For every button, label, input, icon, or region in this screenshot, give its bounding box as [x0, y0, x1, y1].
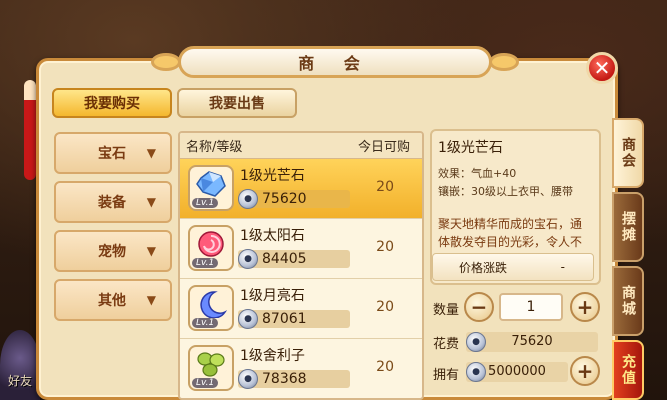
- item-qty: 20: [376, 359, 394, 375]
- detail-title: 1级光芒石: [438, 140, 503, 156]
- detail-effect: 效果：气血+40: [438, 167, 517, 180]
- list-item[interactable]: Lv.1 1级太阳石 ● 84405 20: [180, 219, 422, 279]
- price-bar: ● 84405: [238, 249, 350, 269]
- cost-value: 75620: [511, 334, 553, 349]
- silver-coin-icon: ●: [238, 249, 258, 269]
- blue-crescent-icon: Lv.1: [188, 285, 234, 331]
- level-badge: Lv.1: [192, 318, 219, 328]
- chevron-down-icon: ▼: [146, 146, 156, 160]
- tab-sell[interactable]: 我要出售: [177, 88, 297, 118]
- friend-label: 好友: [8, 374, 33, 388]
- list-item[interactable]: Lv.1 1级月亮石 ● 87061 20: [180, 279, 422, 339]
- side-tab-recharge[interactable]: 充值: [612, 340, 644, 400]
- item-qty: 20: [376, 179, 394, 195]
- scroll-ornament-right: [489, 53, 519, 71]
- category-pets[interactable]: 宠物 ▼: [54, 230, 172, 272]
- chevron-down-icon: ▼: [146, 293, 156, 307]
- title-bar: 商 会: [151, 46, 519, 78]
- level-badge: Lv.1: [192, 378, 219, 388]
- cost-bar: ● 75620: [466, 332, 598, 352]
- price-trend-button[interactable]: 价格涨跌 -: [432, 253, 594, 281]
- side-tab-merchant[interactable]: 商会: [612, 118, 644, 188]
- item-price: 84405: [262, 251, 307, 267]
- red-swirl-gem-icon: Lv.1: [188, 225, 234, 271]
- item-name: 1级光芒石: [240, 168, 305, 184]
- item-price: 75620: [262, 191, 307, 207]
- list-item[interactable]: Lv.1 1级舍利子 ● 78368 20: [180, 339, 422, 398]
- silver-coin-icon: ●: [238, 189, 258, 209]
- category-gems[interactable]: 宝石 ▼: [54, 132, 172, 174]
- item-qty: 20: [376, 239, 394, 255]
- own-label: 拥有: [433, 368, 460, 383]
- close-button[interactable]: ✕: [586, 52, 618, 84]
- silver-coin-icon: ●: [238, 309, 258, 329]
- add-funds-button[interactable]: +: [570, 356, 600, 386]
- list-header: 名称/等级 今日可购: [180, 133, 422, 159]
- gem-graphic: [200, 291, 227, 318]
- chevron-down-icon: ▼: [146, 244, 156, 258]
- category-label: 宝石: [98, 146, 126, 162]
- price-bar: ● 87061: [238, 309, 350, 329]
- level-badge: Lv.1: [192, 198, 219, 208]
- price-bar: ● 78368: [238, 369, 350, 389]
- level-badge: Lv.1: [192, 258, 219, 268]
- tab-buy[interactable]: 我要购买: [52, 88, 172, 118]
- item-list: 名称/等级 今日可购 Lv.1 1级光芒石 ● 75620 20 Lv.1 1级…: [178, 131, 424, 400]
- price-trend-label: 价格涨跌: [459, 260, 508, 275]
- minus-button[interactable]: −: [464, 292, 494, 322]
- silver-coin-icon: ●: [238, 369, 258, 389]
- friend-avatar-icon[interactable]: [0, 330, 40, 400]
- scroll-ornament-left: [151, 53, 181, 71]
- side-tab-mall[interactable]: 商城: [612, 266, 644, 336]
- category-label: 宠物: [98, 244, 126, 260]
- category-label: 装备: [98, 195, 126, 211]
- red-tassel-decoration: [24, 80, 36, 180]
- window-title: 商 会: [298, 54, 372, 73]
- blue-crystal-icon: Lv.1: [188, 165, 234, 211]
- detail-inlay: 镶嵌：30级以上衣甲、腰带: [438, 185, 573, 198]
- gem-graphic: [197, 352, 225, 377]
- side-tab-stall[interactable]: 摆摊: [612, 192, 644, 262]
- item-price: 87061: [262, 311, 307, 327]
- qty-label: 数量: [433, 303, 460, 318]
- header-qty: 今日可购: [357, 140, 410, 155]
- item-name: 1级舍利子: [240, 348, 305, 364]
- price-bar: ● 75620: [238, 189, 350, 209]
- detail-description: 聚天地精华而成的宝石，通体散发夺目的光彩，令人不敢直视。: [438, 217, 583, 249]
- list-item[interactable]: Lv.1 1级光芒石 ● 75620 20: [180, 159, 422, 219]
- own-bar: ● 5000000: [466, 362, 568, 382]
- item-price: 78368: [262, 371, 307, 387]
- price-trend-value: -: [560, 260, 565, 274]
- plus-button[interactable]: +: [570, 292, 600, 322]
- gem-graphic: [198, 231, 224, 257]
- category-label: 其他: [98, 293, 126, 309]
- chevron-down-icon: ▼: [146, 195, 156, 209]
- green-beads-icon: Lv.1: [188, 345, 234, 391]
- own-value: 5000000: [488, 364, 546, 379]
- item-qty: 20: [376, 299, 394, 315]
- category-other[interactable]: 其他 ▼: [54, 279, 172, 321]
- quantity-input[interactable]: [499, 293, 563, 321]
- cost-label: 花费: [433, 337, 460, 352]
- item-name: 1级月亮石: [240, 288, 305, 304]
- gem-graphic: [196, 171, 226, 197]
- header-name: 名称/等级: [186, 140, 243, 155]
- category-equipment[interactable]: 装备 ▼: [54, 181, 172, 223]
- item-name: 1级太阳石: [240, 228, 305, 244]
